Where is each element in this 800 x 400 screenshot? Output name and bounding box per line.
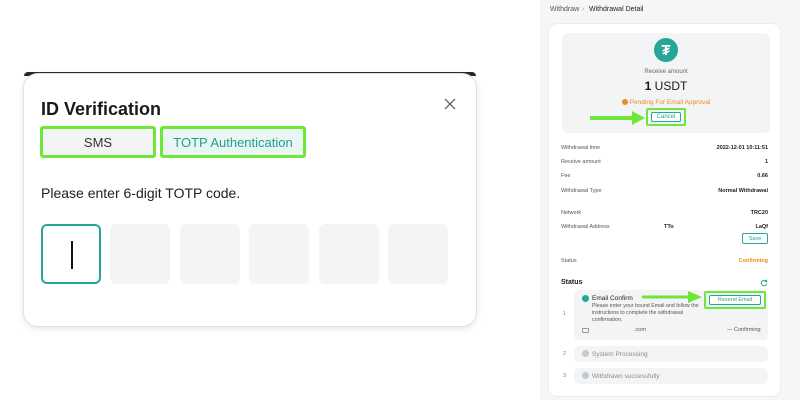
step-2-title: System Processing [592,351,648,358]
status-section-title: Status [561,279,583,286]
annotation-arrow-cancel [590,111,645,125]
step-3-title: Withdrawn successfully [592,373,660,380]
id-verification-modal: ID Verification SMS TOTP Authentication … [24,74,476,326]
step-1-email: .com [634,327,646,333]
row-value-withdrawal-type: Normal Withdrawal [718,188,768,194]
step-1-state: — Confirming [727,327,761,333]
save-address-button[interactable]: Save [742,233,768,244]
row-label-withdrawal-type: Withdrawal Type [561,188,602,194]
step-number-3: 3 [563,373,567,379]
close-icon[interactable] [442,96,458,112]
row-label-receive-amount: Receive amount [561,159,601,165]
totp-digit-input-3[interactable] [180,224,240,284]
step-active-icon [582,295,589,302]
breadcrumb-separator: › [582,6,585,13]
usdt-tether-icon: ₮ [654,38,678,62]
pending-icon [621,99,628,105]
row-label-network: Network [561,210,582,216]
row-value-status: Confirming [738,258,768,264]
resend-email-button[interactable]: Resend Email [709,295,761,305]
receive-amount-number: 1 [644,79,652,93]
receive-amount-value: 1 USDT [562,79,770,93]
modal-title: ID Verification [41,99,162,119]
totp-digit-input-5[interactable] [319,224,379,284]
step-number-2: 2 [563,351,567,357]
step-idle-icon-3 [582,372,589,379]
totp-digit-input-2[interactable] [110,224,170,284]
cancel-button[interactable]: Cancel [651,112,681,122]
row-label-fee: Fee [561,173,571,179]
address-prefix: TTo [664,224,674,230]
receive-currency: USDT [654,79,688,93]
step-1-description: Please enter your bound Email and follow… [592,303,699,323]
row-label-withdrawal-address: Withdrawal Address [561,224,610,230]
totp-digit-input-6[interactable] [388,224,448,284]
tab-totp-authentication[interactable]: TOTP Authentication [160,126,306,158]
annotation-arrow-resend [642,291,702,303]
totp-prompt: Please enter 6-digit TOTP code. [41,185,241,201]
text-cursor [71,241,73,269]
row-value-fee: 0.66 [757,173,768,179]
totp-digit-input-4[interactable] [249,224,309,284]
address-suffix: LaQf [755,224,768,230]
row-value-network: TRC20 [750,210,768,216]
refresh-icon[interactable] [760,279,768,287]
tab-sms[interactable]: SMS [40,126,156,158]
pending-status: Pending For Email Approval [562,99,770,106]
row-label-status: Status [561,258,577,264]
row-value-receive-amount: 1 [764,159,768,165]
screenshot: ID Verification SMS TOTP Authentication … [0,0,800,400]
breadcrumb-current: Withdrawal Detail [589,6,644,13]
step-number-1: 1 [563,311,567,317]
pending-status-text: Pending For Email Approval [629,99,711,106]
email-icon [582,328,589,333]
row-value-withdrawal-time: 2022-12-01 10:11:51 [716,145,768,151]
step-1-title: Email Confirm [592,295,633,302]
totp-digit-input-1[interactable] [41,224,101,284]
row-label-withdrawal-time: Withdrawal time [561,145,601,151]
breadcrumb-withdraw[interactable]: Withdraw [550,6,579,13]
receive-amount-label: Receive amount [644,69,688,75]
step-idle-icon [582,350,589,357]
